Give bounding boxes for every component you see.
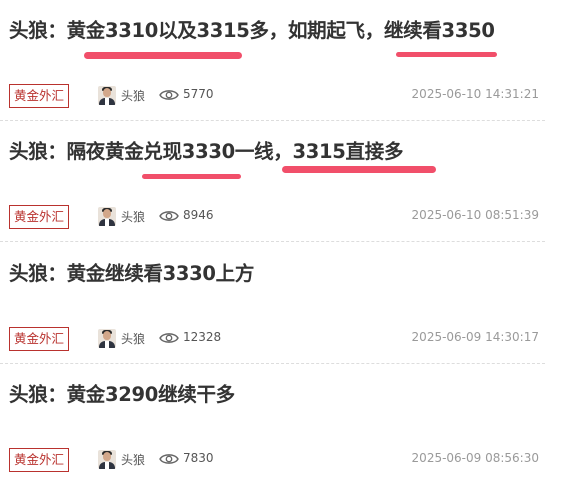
article-list: 头狼：黄金3310以及3315多，如期起飞，继续看3350 黄金外汇 头狼 57… xyxy=(0,0,582,486)
author-avatar[interactable] xyxy=(98,207,116,226)
highlight-underline xyxy=(84,52,242,59)
article-title[interactable]: 头狼：黄金3290继续干多 xyxy=(9,378,235,407)
author-avatar[interactable] xyxy=(98,86,116,105)
eye-icon xyxy=(159,90,179,100)
category-tag[interactable]: 黄金外汇 xyxy=(9,205,70,229)
highlight-underline xyxy=(282,166,436,173)
category-tag[interactable]: 黄金外汇 xyxy=(9,327,70,351)
category-tag[interactable]: 黄金外汇 xyxy=(9,448,70,472)
view-count: 8946 xyxy=(183,208,214,222)
publish-date: 2025-06-10 14:31:21 xyxy=(411,87,539,101)
article-item[interactable]: 头狼：黄金继续看3330上方 黄金外汇 头狼 12328 2025-06-09 … xyxy=(0,243,545,364)
view-count: 12328 xyxy=(183,330,222,344)
author-avatar[interactable] xyxy=(98,329,116,348)
article-meta: 黄金外汇 头狼 8946 2025-06-10 08:51:39 xyxy=(0,205,545,229)
eye-icon xyxy=(159,211,179,221)
article-item[interactable]: 头狼：黄金3310以及3315多，如期起飞，继续看3350 黄金外汇 头狼 57… xyxy=(0,0,545,121)
article-meta: 黄金外汇 头狼 5770 2025-06-10 14:31:21 xyxy=(0,84,545,108)
highlight-underline xyxy=(396,52,497,57)
publish-date: 2025-06-09 14:30:17 xyxy=(411,330,539,344)
article-title[interactable]: 头狼：隔夜黄金兑现3330一线，3315直接多 xyxy=(9,135,403,164)
article-title[interactable]: 头狼：黄金继续看3330上方 xyxy=(9,257,254,286)
article-item[interactable]: 头狼：隔夜黄金兑现3330一线，3315直接多 黄金外汇 头狼 8946 202… xyxy=(0,121,545,242)
article-meta: 黄金外汇 头狼 7830 2025-06-09 08:56:30 xyxy=(0,448,545,472)
author-name[interactable]: 头狼 xyxy=(121,208,145,225)
publish-date: 2025-06-10 08:51:39 xyxy=(411,208,539,222)
eye-icon xyxy=(159,333,179,343)
divider xyxy=(0,241,545,242)
view-count: 5770 xyxy=(183,87,214,101)
eye-icon xyxy=(159,454,179,464)
view-count: 7830 xyxy=(183,451,214,465)
highlight-underline xyxy=(142,174,241,179)
article-meta: 黄金外汇 头狼 12328 2025-06-09 14:30:17 xyxy=(0,327,545,351)
author-name[interactable]: 头狼 xyxy=(121,451,145,468)
author-avatar[interactable] xyxy=(98,450,116,469)
article-title[interactable]: 头狼：黄金3310以及3315多，如期起飞，继续看3350 xyxy=(9,14,495,43)
article-item[interactable]: 头狼：黄金3290继续干多 黄金外汇 头狼 7830 2025-06-09 08… xyxy=(0,364,545,485)
author-name[interactable]: 头狼 xyxy=(121,330,145,347)
author-name[interactable]: 头狼 xyxy=(121,87,145,104)
publish-date: 2025-06-09 08:56:30 xyxy=(411,451,539,465)
category-tag[interactable]: 黄金外汇 xyxy=(9,84,70,108)
